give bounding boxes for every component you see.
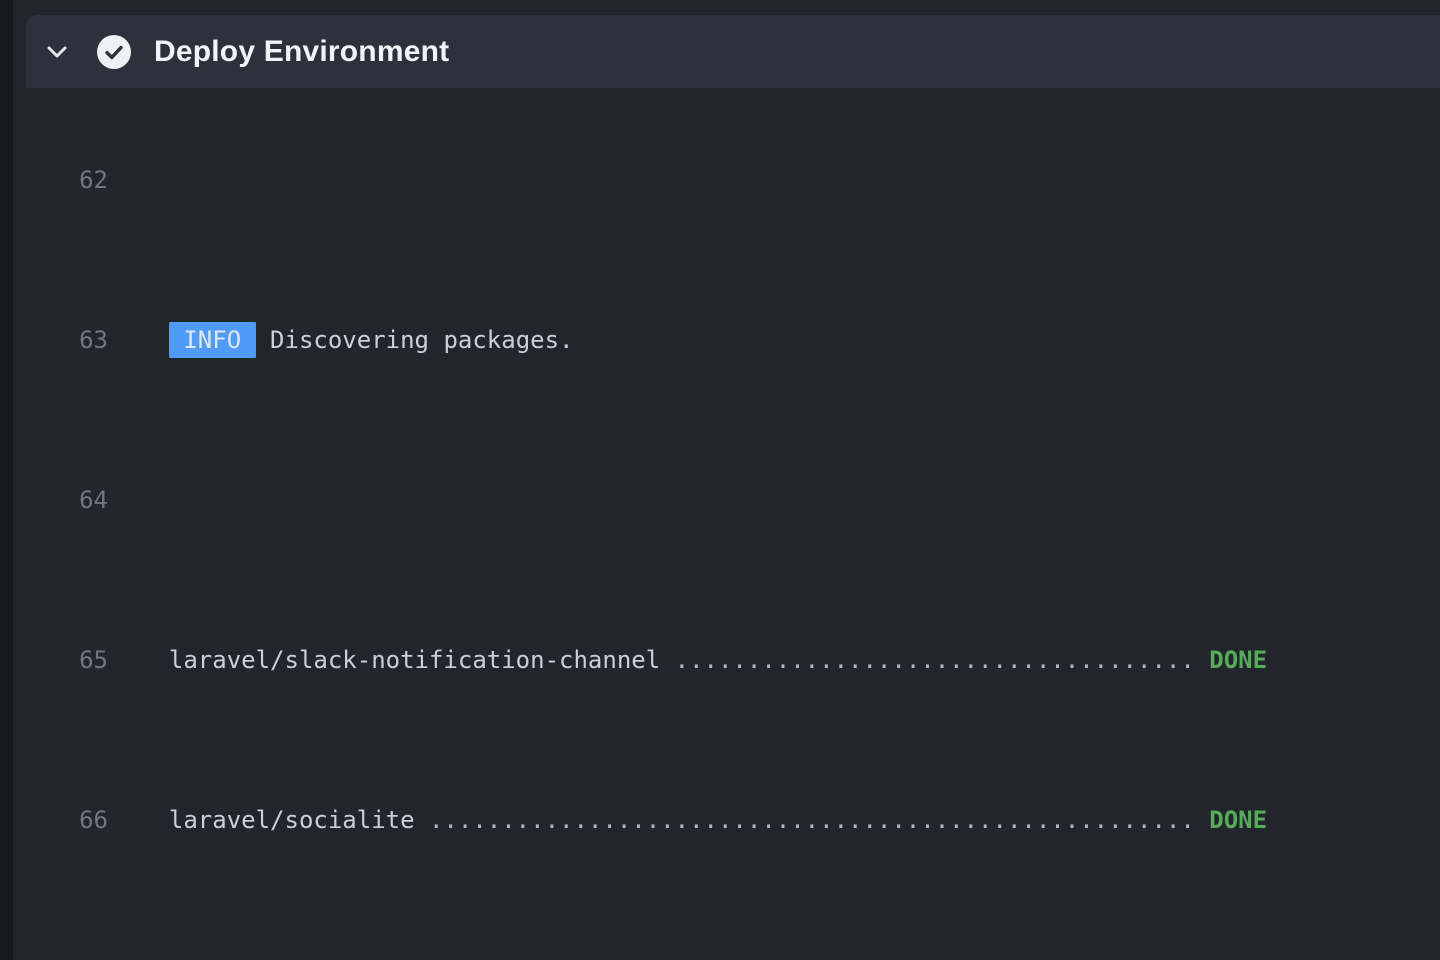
line-number[interactable]: 65 bbox=[13, 640, 108, 680]
log-line: 66 laravel/socialite ...................… bbox=[13, 800, 1440, 840]
step-header-deploy-environment[interactable]: Deploy Environment bbox=[26, 15, 1440, 88]
package-name: laravel/slack-notification-channel bbox=[140, 646, 675, 674]
info-badge: INFO bbox=[169, 322, 256, 358]
log-line: 63 INFO Discovering packages. bbox=[13, 320, 1440, 360]
leader-dots: ........................................… bbox=[429, 806, 1195, 834]
line-number[interactable]: 64 bbox=[13, 480, 108, 520]
line-content: INFO Discovering packages. bbox=[140, 320, 574, 360]
line-content: laravel/socialite ......................… bbox=[140, 800, 1267, 840]
log-line: 64 bbox=[13, 480, 1440, 520]
success-check-icon bbox=[97, 35, 131, 69]
deploy-log-page: Deploy Environment 62 63 INFO Discoverin… bbox=[0, 0, 1440, 960]
line-number[interactable]: 63 bbox=[13, 320, 108, 360]
package-name: laravel/socialite bbox=[140, 806, 429, 834]
log-line: 65 laravel/slack-notification-channel ..… bbox=[13, 640, 1440, 680]
status-done: DONE bbox=[1209, 646, 1267, 674]
log-line: 62 bbox=[13, 160, 1440, 200]
chevron-down-icon[interactable] bbox=[44, 39, 70, 65]
status-done: DONE bbox=[1209, 806, 1267, 834]
line-number[interactable]: 66 bbox=[13, 800, 108, 840]
step-title: Deploy Environment bbox=[154, 35, 449, 69]
leader-dots: .................................... bbox=[675, 646, 1195, 674]
log-surface: Deploy Environment 62 63 INFO Discoverin… bbox=[13, 0, 1440, 960]
line-number[interactable]: 62 bbox=[13, 160, 108, 200]
log-lines: 62 63 INFO Discovering packages. 64 65 l… bbox=[13, 80, 1440, 960]
line-content: laravel/slack-notification-channel .....… bbox=[140, 640, 1267, 680]
